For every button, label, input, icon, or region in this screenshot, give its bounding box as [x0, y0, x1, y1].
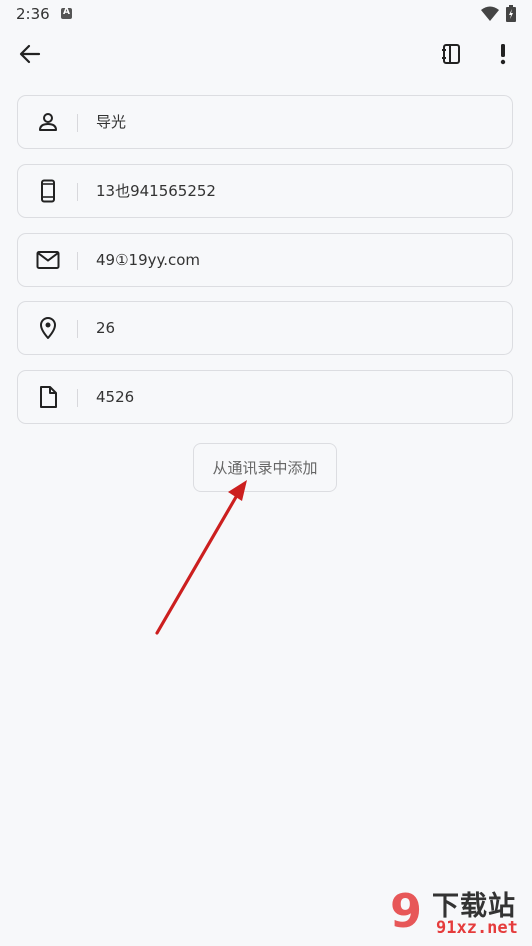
- note-field[interactable]: 4526: [17, 370, 513, 424]
- phone-value: 13也941565252: [96, 182, 216, 200]
- name-value: 导光: [96, 113, 127, 131]
- contact-book-icon: [442, 44, 460, 64]
- arrow-left-icon: [19, 44, 41, 64]
- watermark-logo: 9 下载站 91xz.net: [390, 880, 532, 946]
- mail-icon: [36, 251, 60, 269]
- note-value: 4526: [96, 388, 135, 406]
- wifi-icon: [481, 6, 499, 21]
- file-icon: [40, 386, 57, 408]
- notification-letter: A: [63, 7, 70, 17]
- field-divider: [77, 114, 78, 132]
- email-value: 49①19yy.com: [96, 251, 201, 269]
- status-bar: 2:36 A: [0, 0, 532, 28]
- watermark-number: 9: [390, 884, 423, 938]
- more-button[interactable]: [483, 34, 523, 74]
- contact-book-button[interactable]: [431, 34, 471, 74]
- address-field[interactable]: 26: [17, 301, 513, 355]
- location-icon: [40, 317, 56, 339]
- back-button[interactable]: [10, 34, 50, 74]
- phone-icon: [41, 179, 55, 203]
- field-divider: [77, 389, 78, 407]
- toolbar: [0, 28, 532, 80]
- watermark-site: 91xz.net: [436, 918, 518, 938]
- battery-icon: [506, 5, 516, 22]
- email-field[interactable]: 49①19yy.com: [17, 233, 513, 287]
- address-value: 26: [96, 319, 116, 337]
- notification-icon: A: [61, 7, 72, 19]
- exclamation-icon: [500, 44, 506, 65]
- field-divider: [77, 320, 78, 338]
- status-time: 2:36: [16, 5, 50, 23]
- phone-field[interactable]: 13也941565252: [17, 164, 513, 218]
- person-icon: [39, 113, 57, 131]
- name-field[interactable]: 导光: [17, 95, 513, 149]
- field-divider: [77, 183, 78, 201]
- field-divider: [77, 252, 78, 270]
- add-from-contacts-button[interactable]: 从通讯录中添加: [193, 443, 337, 492]
